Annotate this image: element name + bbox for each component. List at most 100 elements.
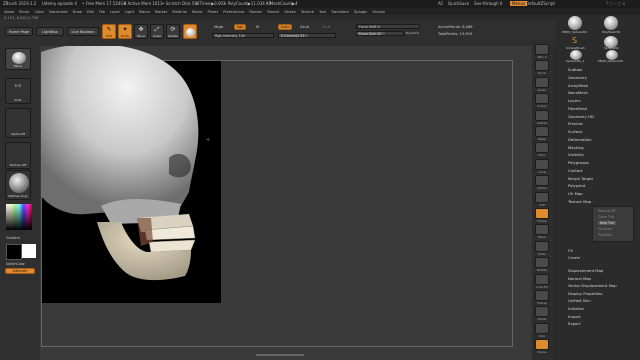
palette-item-surface[interactable]: Surface: [568, 129, 582, 134]
m-toggle[interactable]: M: [256, 25, 259, 29]
texture-polypaint-button[interactable]: PolyPaint: [598, 233, 612, 237]
shelf-actual-button[interactable]: [535, 93, 549, 105]
default-zscript[interactable]: DefaultZScript: [526, 1, 555, 6]
rotate-button[interactable]: ⟳ Rotate: [166, 24, 180, 39]
live-boolean-button[interactable]: Live Boolean: [67, 27, 99, 36]
menu-item-material[interactable]: Material: [172, 10, 187, 14]
palette-item-geometry[interactable]: Geometry: [568, 75, 587, 80]
palette-item-nanomesh[interactable]: NanoMesh: [568, 90, 588, 95]
palette-item-polypaint[interactable]: Polypaint: [568, 183, 585, 188]
menu-item-movie[interactable]: Movie: [192, 10, 203, 14]
tool-thumb-2[interactable]: [604, 16, 618, 30]
shelf-ghost-button[interactable]: [535, 306, 549, 318]
menu-item-light[interactable]: Light: [125, 10, 134, 14]
texture-fix-seam-button[interactable]: Fix Seam: [598, 227, 612, 231]
palette-item-subtool[interactable]: Subtool: [568, 67, 582, 72]
texture-texture-off-button[interactable]: Texture Off: [598, 209, 615, 213]
shelf-floor-button[interactable]: [535, 142, 549, 154]
menu-item-picker[interactable]: Picker: [208, 10, 219, 14]
shelf-gizmo-button[interactable]: [535, 175, 549, 187]
palette-item-uv-map[interactable]: UV Map: [568, 191, 583, 196]
texture-create-button[interactable]: Create: [568, 256, 580, 260]
menu-item-file[interactable]: File: [99, 10, 105, 14]
menu-item-stroke[interactable]: Stroke: [284, 10, 295, 14]
menu-item-stencil[interactable]: Stencil: [267, 10, 279, 14]
mrgb-toggle[interactable]: Mrgb: [214, 25, 223, 29]
rgb-intensity-slider[interactable]: Rgb Intensity 100: [212, 33, 274, 38]
shelf-persp-button[interactable]: [535, 126, 549, 137]
shelf-xpose-button[interactable]: [535, 339, 549, 351]
palette-item-geometry-hd[interactable]: Geometry HD: [568, 114, 594, 119]
palette-item-normal-map[interactable]: Normal Map: [568, 276, 591, 281]
palette-item-vector-displacement-map[interactable]: Vector Displacement Map: [568, 283, 617, 288]
shelf-aahalf-button[interactable]: [535, 109, 549, 121]
bottom-scroll-handle[interactable]: [256, 354, 304, 356]
color-picker[interactable]: [6, 204, 32, 230]
shelf-scroll-button[interactable]: [535, 60, 549, 72]
home-page-button[interactable]: Home Page: [5, 27, 33, 36]
draw-size-slider[interactable]: Draw Size 42: [356, 31, 404, 36]
shelf-frame-button[interactable]: [535, 208, 549, 219]
menu-item-marker[interactable]: Marker: [155, 10, 167, 14]
menu-item-edit[interactable]: Edit: [87, 10, 94, 14]
palette-item-fibermesh[interactable]: FiberMesh: [568, 106, 587, 111]
shelf-line-fill-polyf-button[interactable]: [535, 273, 549, 285]
menu-item-macro[interactable]: Macro: [139, 10, 150, 14]
main-color-swatch[interactable]: [6, 244, 22, 260]
switch-color-button[interactable]: SwitchColor: [6, 262, 25, 266]
menu-item-draw[interactable]: Draw: [73, 10, 82, 14]
shelf-solo-button[interactable]: [535, 322, 549, 334]
shelf-move-button[interactable]: [535, 224, 549, 236]
palette-item-preview[interactable]: Preview: [568, 121, 583, 126]
menu-item-alpha[interactable]: Alpha: [4, 10, 14, 14]
brush-button[interactable]: Move: [5, 48, 31, 70]
material-button[interactable]: MatCap Gray: [5, 170, 31, 200]
simplebrush-icon[interactable]: S: [572, 36, 577, 45]
gradient-toggle[interactable]: Gradient: [6, 236, 20, 240]
ac-label[interactable]: AC: [438, 1, 443, 6]
dynamic-toggle[interactable]: Dynamic: [406, 31, 419, 35]
zadd-toggle[interactable]: Zadd: [278, 24, 292, 30]
draw-button[interactable]: ✦ Draw: [118, 24, 132, 39]
scale-button[interactable]: ⤢ Scale: [150, 24, 164, 39]
menu-item-tool[interactable]: Tool: [319, 10, 326, 14]
menu-item-zscript[interactable]: Zscript: [372, 10, 384, 14]
menu-item-color[interactable]: Color: [35, 10, 44, 14]
shelf-zoom-button[interactable]: [535, 76, 549, 88]
secondary-color-swatch[interactable]: [22, 244, 36, 258]
palette-item-polygroups[interactable]: Polygroups: [568, 160, 589, 165]
menu-item-layer[interactable]: Layer: [110, 10, 120, 14]
menus-button[interactable]: Menus: [510, 1, 528, 6]
palette-item-texture-map[interactable]: Texture Map: [568, 199, 591, 204]
tool-thumb-1[interactable]: [568, 16, 582, 30]
see-through-slider[interactable]: See-through 0: [474, 1, 502, 6]
window-controls[interactable]: ? ◻ ─ ◻ ✕: [606, 1, 626, 6]
menu-item-transform[interactable]: Transform: [331, 10, 349, 14]
z-intensity-slider[interactable]: Z Intensity 51: [278, 33, 336, 38]
menu-item-zplugin[interactable]: Zplugin: [354, 10, 368, 14]
quicksave-button[interactable]: QuickSave: [448, 1, 469, 6]
menu-item-texture[interactable]: Texture: [301, 10, 314, 14]
menu-item-brush[interactable]: Brush: [19, 10, 29, 14]
palette-item-arraymesh[interactable]: ArrayMesh: [568, 83, 588, 88]
alpha-button[interactable]: Alpha Off: [5, 108, 31, 138]
palette-item-import[interactable]: Import: [568, 314, 581, 319]
palette-item-contact[interactable]: Contact: [568, 168, 583, 173]
texture-button[interactable]: Texture Off: [5, 142, 31, 169]
palette-item-morph-target[interactable]: Morph Target: [568, 176, 593, 181]
zsub-toggle[interactable]: Zsub: [300, 25, 309, 29]
shelf-scale-button[interactable]: [535, 240, 549, 252]
palette-item-layers[interactable]: Layers: [568, 98, 581, 103]
rgb-toggle[interactable]: Rgb: [234, 24, 246, 30]
shelf-xyz-button[interactable]: [535, 191, 549, 203]
material-sphere-button[interactable]: [183, 24, 197, 39]
stroke-button[interactable]: ⠶⠶ Dots: [5, 78, 31, 104]
lightbox-button[interactable]: LightBox: [36, 27, 64, 36]
shelf-transp-button[interactable]: [535, 290, 549, 301]
alternate-button[interactable]: Alternate: [5, 268, 35, 274]
palette-item-deformation[interactable]: Deformation: [568, 137, 592, 142]
skull-model[interactable]: [41, 46, 221, 303]
shelf-spix-3-button[interactable]: [535, 44, 549, 55]
menu-item-preferences[interactable]: Preferences: [223, 10, 244, 14]
palette-item-visibility[interactable]: Visibility: [568, 152, 584, 157]
